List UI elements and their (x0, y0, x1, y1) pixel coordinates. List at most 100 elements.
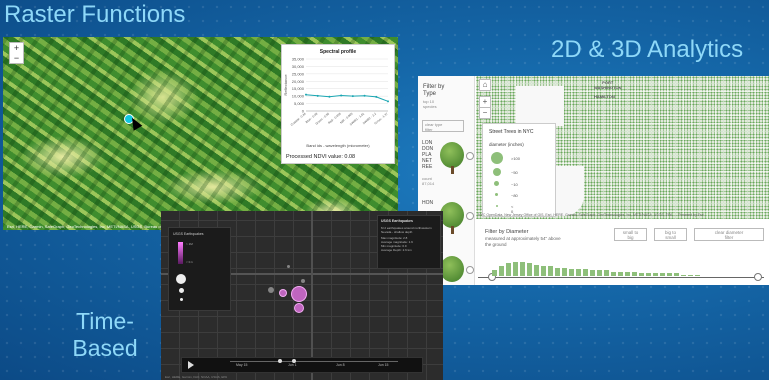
zoom-out-button[interactable]: − (479, 107, 491, 119)
time-tick: Jun 15 (378, 363, 389, 367)
histogram-bar (492, 270, 497, 276)
tree-icon (440, 142, 464, 168)
histogram-bar (632, 271, 637, 276)
cdf-l2: filter (724, 235, 734, 240)
y-tick-label: 35,000 (292, 57, 305, 62)
tree-trunk (451, 226, 454, 234)
legend-subtitle: diameter (inches) (489, 142, 524, 147)
legend-value: ~80 (511, 193, 518, 198)
earthquake-legend: USGS Earthquakes > 1M < 0.1 (168, 227, 231, 311)
popup-line: Average Depth: 2.6 km (381, 248, 412, 252)
spectral-xlabel: Band ids - wavelength (micrometer) (306, 143, 370, 148)
diameter-histogram[interactable] (478, 256, 764, 282)
time-tick: Jun 8 (336, 363, 345, 367)
legend-value: ~10 (511, 182, 518, 187)
histogram-bar (555, 267, 560, 276)
small-to-big-button[interactable]: small to big (614, 228, 647, 241)
spectral-point (387, 100, 389, 103)
y-tick-label: 25,000 (292, 71, 305, 76)
x-tick-label: Coastal - 0.44 (290, 111, 307, 126)
heading-raster-functions: Raster Functions (4, 1, 186, 28)
tree-trunk (451, 166, 454, 174)
time-handle[interactable] (278, 359, 282, 363)
earthquake-popup[interactable]: USGS Earthquakes M 2 earthquakes around … (377, 215, 441, 269)
histogram-bar (674, 273, 679, 276)
heading-time-based: Time- Based (62, 308, 148, 362)
histogram-bar (660, 273, 665, 276)
filter-diameter-subtitle: measured at approximately 54" above the … (485, 236, 561, 247)
histogram-bar (541, 266, 546, 276)
histogram-bar (597, 270, 602, 276)
legend-circle (491, 152, 503, 164)
species-radio[interactable] (466, 212, 474, 220)
big-to-small-button[interactable]: big to small (654, 228, 687, 241)
filter-type-title: Filter by Type (423, 84, 444, 98)
histogram-bar (506, 263, 511, 276)
species-name: LON DON PLA NET REE (422, 140, 434, 170)
diameter-legend: Street Trees in NYC diameter (inches) >1… (482, 123, 556, 217)
species-item[interactable]: LON DON PLA NET REE count 87,014 (422, 140, 474, 195)
histogram-bar (548, 266, 553, 276)
stb-l2: big (627, 235, 634, 240)
port-l2: WASHINGTON (594, 85, 622, 90)
species-radio[interactable] (466, 266, 474, 274)
histogram-bar (534, 264, 539, 276)
water-area (516, 86, 564, 126)
histogram-bar (527, 263, 532, 276)
histogram-bar (583, 269, 588, 276)
earthquake-marker[interactable] (291, 286, 307, 302)
earthquake-marker[interactable] (301, 279, 305, 283)
y-tick-label: 20,000 (292, 79, 305, 84)
legend-value: ~50 (511, 170, 518, 175)
highway (311, 211, 313, 380)
filter-type-title-l2: Type (423, 91, 437, 97)
y-tick-label: 10,000 (292, 94, 305, 99)
map-label-hamilton: HAMILTON (594, 94, 615, 99)
raster-zoom-out-button[interactable]: − (10, 53, 23, 63)
ramp-high-label: > 1M (186, 242, 193, 246)
ramp-low-label: < 0.1 (186, 260, 193, 264)
analytics-app-panel[interactable]: Filter by Type top 10 species clear type fi… (418, 76, 769, 285)
histogram-bar (499, 266, 504, 276)
species-radio[interactable] (466, 152, 474, 160)
time-line-2: Based (72, 335, 138, 361)
earthquake-marker[interactable] (287, 265, 290, 268)
histogram-bar (590, 270, 595, 276)
diameter-filter-bar: Filter by Diameter measured at approxima… (476, 222, 769, 257)
histogram-bar (611, 271, 616, 276)
map-attribution: NYC OpenData, New Jersey Office of GIS, … (478, 213, 704, 217)
earthquake-marker[interactable] (279, 289, 287, 297)
raster-attribution: Esri, HERE, Garmin, SafeGraph, GeoTechno… (7, 224, 172, 229)
histogram-bar (653, 273, 658, 276)
slider-handle-max[interactable] (754, 273, 762, 281)
histogram-bar (513, 262, 518, 276)
clear-diameter-filter-button[interactable]: clear diameter filter (694, 228, 764, 241)
clear-type-filter-button[interactable]: clear type filter (422, 120, 464, 132)
earthquake-marker[interactable] (294, 303, 304, 313)
time-track (230, 361, 398, 362)
map-label-port: PORT WASHINGTON (594, 80, 621, 90)
histogram-bar (576, 269, 581, 276)
histogram-bar (646, 273, 651, 276)
heading-2d-3d-analytics: 2D & 3D Analytics (551, 36, 744, 63)
legend-circle (496, 205, 498, 207)
time-slider[interactable]: May 15 Jun 1 Jun 8 Jun 15 (181, 357, 423, 373)
y-tick-label: 15,000 (292, 86, 305, 91)
time-tick: May 15 (236, 363, 248, 367)
spectral-chart: 35,000 30,000 25,000 20,000 15,000 10,000 5,00… (283, 57, 389, 127)
play-icon[interactable] (188, 361, 194, 369)
y-axis-label: Reflectance (283, 74, 288, 96)
earthquake-marker[interactable] (268, 287, 274, 293)
popup-title: USGS Earthquakes (381, 219, 413, 223)
raster-map-panel[interactable]: + − Esri, HERE, Garmin, SafeGraph, GeoTe… (3, 37, 398, 230)
raster-zoom-in-button[interactable]: + (10, 43, 23, 53)
spectral-point (305, 93, 307, 96)
home-button[interactable]: ⌂ (479, 79, 491, 91)
histogram-bar (520, 262, 525, 276)
time-map-panel[interactable]: USGS Earthquakes > 1M < 0.1 USGS Earthqu… (161, 211, 443, 380)
size-circle (179, 288, 184, 293)
size-circle (180, 298, 183, 301)
spectral-profile-popup[interactable]: Spectral profile 35,000 30,000 25,000 20,00… (281, 44, 395, 164)
legend-circle (494, 181, 499, 186)
species-name: HON (422, 200, 434, 206)
